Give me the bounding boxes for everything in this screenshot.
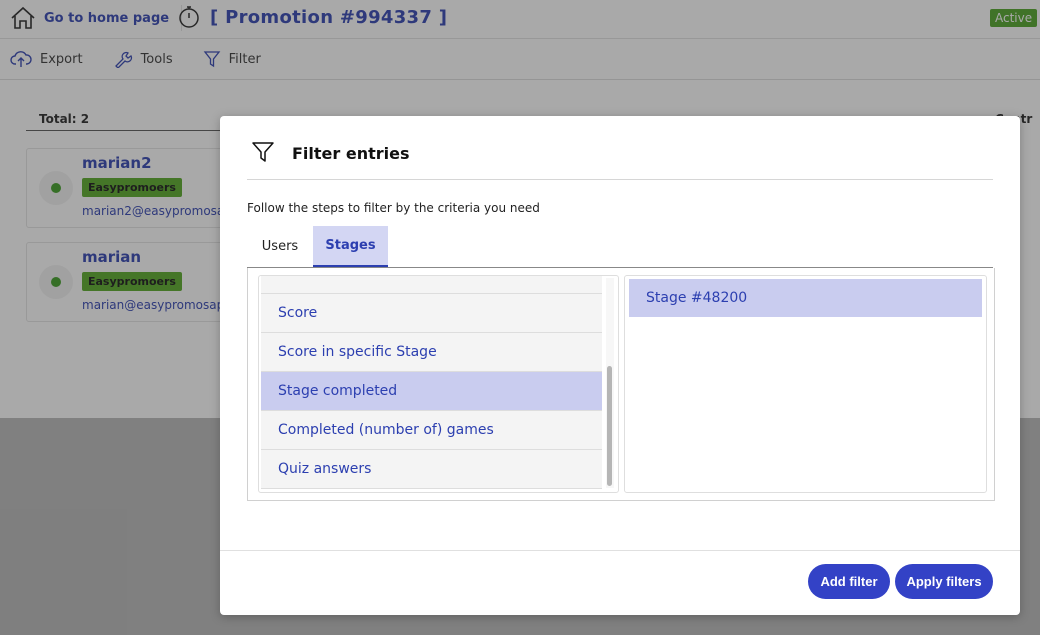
tab-users[interactable]: Users bbox=[253, 226, 307, 266]
stage-option[interactable]: Stage #48200 bbox=[629, 279, 982, 317]
stage-options-list[interactable]: Stage #48200 bbox=[624, 275, 987, 493]
criteria-item-completed-games[interactable]: Completed (number of) games bbox=[261, 411, 602, 450]
tab-stages[interactable]: Stages bbox=[313, 226, 388, 267]
criteria-scrollbar[interactable] bbox=[606, 278, 614, 488]
criteria-list-content: Score Score in specific Stage Stage comp… bbox=[261, 276, 602, 489]
filter-tabs: Users Stages bbox=[247, 226, 993, 268]
stages-panel: Score Score in specific Stage Stage comp… bbox=[247, 268, 995, 501]
dialog-instructions: Follow the steps to filter by the criter… bbox=[247, 201, 540, 215]
filter-entries-dialog: Filter entries Follow the steps to filte… bbox=[220, 116, 1020, 615]
criteria-item-score[interactable]: Score bbox=[261, 294, 602, 333]
dialog-footer-divider bbox=[220, 550, 1020, 551]
filter-icon bbox=[252, 142, 274, 162]
criteria-item-stage-completed[interactable]: Stage completed bbox=[261, 372, 602, 411]
apply-filters-button[interactable]: Apply filters bbox=[895, 564, 993, 599]
criteria-item-quiz-answers[interactable]: Quiz answers bbox=[261, 450, 602, 489]
criteria-scrollbar-thumb[interactable] bbox=[607, 366, 612, 486]
criteria-list[interactable]: Score Score in specific Stage Stage comp… bbox=[258, 275, 619, 493]
dialog-header: Filter entries bbox=[247, 136, 993, 180]
list-item-cut-off[interactable] bbox=[261, 276, 602, 294]
add-filter-button[interactable]: Add filter bbox=[808, 564, 890, 599]
dialog-title: Filter entries bbox=[292, 144, 410, 163]
criteria-item-score-in-stage[interactable]: Score in specific Stage bbox=[261, 333, 602, 372]
